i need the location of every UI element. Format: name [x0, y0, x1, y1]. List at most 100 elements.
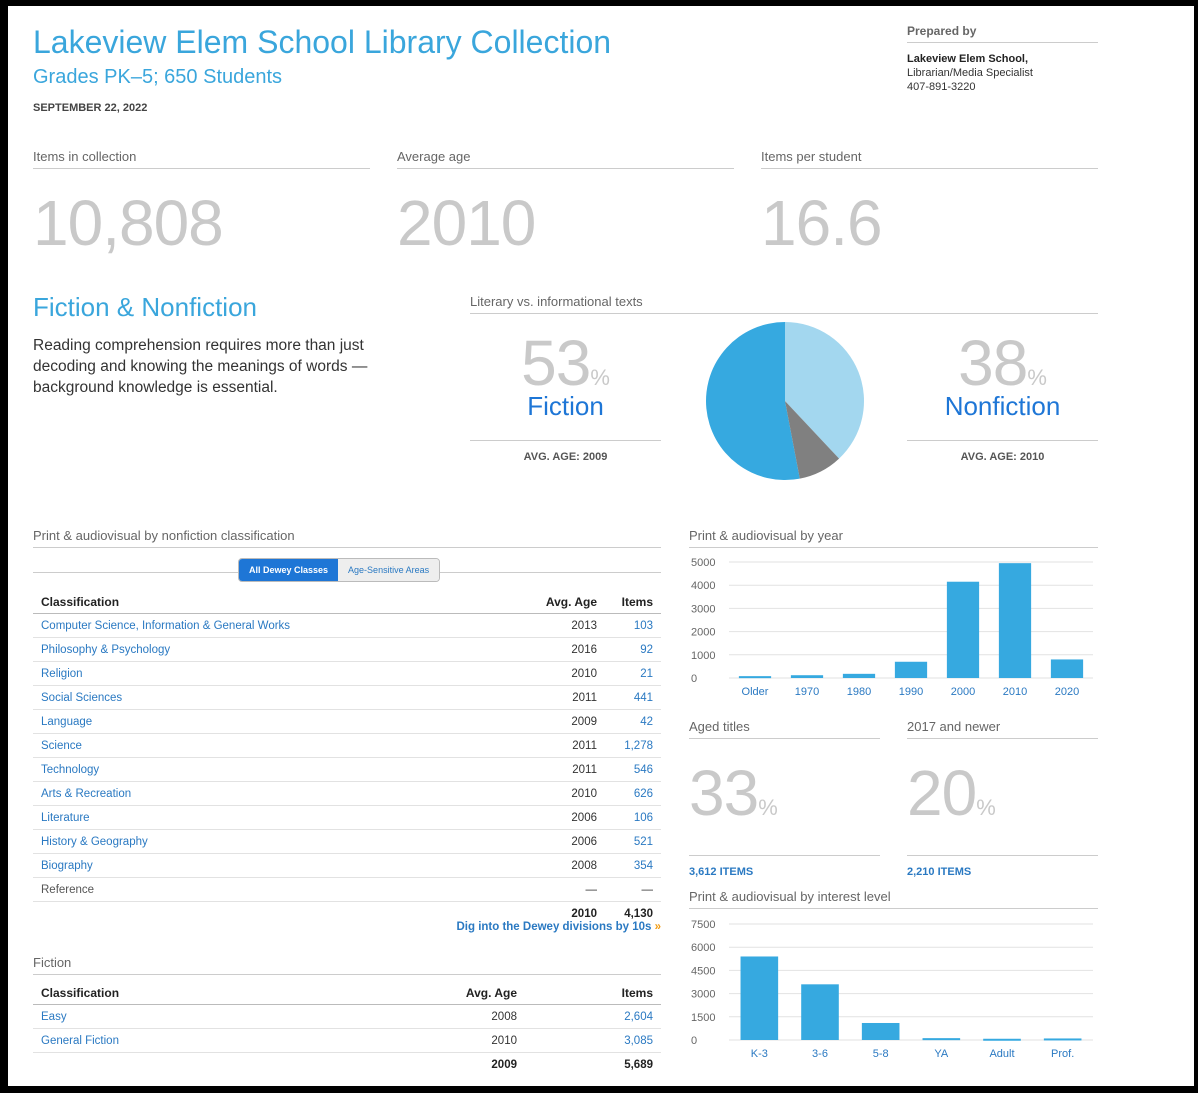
items-link[interactable]: 2,604	[525, 1004, 661, 1029]
bar-2010[interactable]	[998, 563, 1032, 678]
bar-1990[interactable]	[894, 661, 928, 678]
table-row: Social Sciences 2011 441	[33, 685, 661, 710]
bar-adult[interactable]	[983, 1038, 1021, 1041]
items-link[interactable]: 441	[605, 685, 661, 710]
items-link[interactable]: 3,085	[525, 1028, 661, 1053]
classification-link[interactable]: General Fiction	[33, 1028, 389, 1053]
classification-link[interactable]: Literature	[33, 805, 519, 830]
dewey-divisions-link[interactable]: Dig into the Dewey divisions by 10s »	[308, 921, 661, 933]
total-avg-age: 2009	[491, 1058, 517, 1071]
bar-2020[interactable]	[1050, 659, 1084, 678]
avg-age-cell: 2010	[389, 1028, 525, 1053]
table-row: Technology 2011 546	[33, 757, 661, 782]
classification-link[interactable]: Arts & Recreation	[33, 781, 519, 806]
items-link[interactable]: 106	[605, 805, 661, 830]
items-link[interactable]: 546	[605, 757, 661, 782]
avg-age-cell: 2010	[519, 661, 605, 686]
bar-prof-[interactable]	[1043, 1038, 1082, 1041]
report-date: SEPTEMBER 22, 2022	[33, 102, 148, 114]
total-label	[33, 1053, 389, 1077]
x-tick-label: 1980	[847, 686, 871, 698]
y-tick-label: 2000	[691, 627, 715, 639]
avg-age-cell: 2009	[519, 709, 605, 734]
aged-items-link[interactable]: 3,612 ITEMS	[689, 855, 880, 878]
avg-age-cell: 2013	[519, 613, 605, 638]
classification-link[interactable]: Religion	[33, 661, 519, 686]
y-tick-label: 1000	[691, 650, 715, 662]
literary-label: Literary vs. informational texts	[470, 294, 1098, 314]
x-tick-label: 1970	[795, 686, 819, 698]
tab-age-sensitive-areas[interactable]: Age-Sensitive Areas	[338, 559, 440, 581]
x-tick-label: 1990	[899, 686, 923, 698]
avg-age-cell: 2010	[519, 781, 605, 806]
tab-all-dewey-classes[interactable]: All Dewey Classes	[239, 559, 339, 581]
bar-3-6[interactable]	[801, 984, 839, 1040]
bar-older[interactable]	[738, 676, 772, 679]
fiction-table-label: Fiction	[33, 955, 661, 975]
aged-titles-stat: Aged titles 33% 3,612 ITEMS	[689, 719, 880, 878]
stat-label: Items per student	[761, 149, 1098, 169]
classification-link[interactable]: Language	[33, 709, 519, 734]
table-header-row: Classification Avg. Age Items	[33, 981, 661, 1005]
classification-link[interactable]: Computer Science, Information & General …	[33, 613, 519, 638]
classification-link[interactable]: History & Geography	[33, 829, 519, 854]
classification-link[interactable]: Easy	[33, 1004, 389, 1029]
bar-5-8[interactable]	[861, 1022, 900, 1040]
stat-value: 2010	[397, 187, 536, 259]
stat-items-in-collection: Items in collection 10,808	[33, 149, 370, 255]
pct-sign: %	[976, 795, 996, 820]
section-body: Reading comprehension requires more than…	[33, 337, 368, 396]
items-link[interactable]: 92	[605, 637, 661, 662]
fiction-avg-age: AVG. AGE: 2009	[470, 440, 661, 463]
items-link[interactable]: 354	[605, 853, 661, 878]
page-title: Lakeview Elem School Library Collection	[33, 24, 612, 60]
y-tick-label: 6000	[691, 942, 715, 954]
aged-label: Aged titles	[689, 719, 880, 739]
col-header-avg-age: Avg. Age	[519, 590, 605, 614]
pct-sign: %	[590, 365, 610, 390]
y-tick-label: 3000	[691, 603, 715, 615]
pct-sign: %	[1027, 365, 1047, 390]
stat-value: 10,808	[33, 187, 224, 259]
prepared-by-phone: 407-891-3220	[907, 81, 976, 93]
bar-ya[interactable]	[922, 1038, 961, 1041]
table-row: Computer Science, Information & General …	[33, 613, 661, 638]
col-header-classification: Classification	[33, 981, 389, 1005]
col-header-items: Items	[605, 590, 661, 614]
newer-items-link[interactable]: 2,210 ITEMS	[907, 855, 1098, 878]
x-tick-label: 3-6	[812, 1048, 828, 1060]
items-link[interactable]: 521	[605, 829, 661, 854]
bar-1970[interactable]	[790, 675, 824, 678]
fiction-label: Fiction	[527, 391, 604, 421]
nonfiction-avg-age: AVG. AGE: 2010	[907, 440, 1098, 463]
table-row: Philosophy & Psychology 2016 92	[33, 637, 661, 662]
items-link[interactable]: 21	[605, 661, 661, 686]
y-tick-label: 4500	[691, 965, 715, 977]
table-row: Easy 2008 2,604	[33, 1004, 661, 1029]
avg-age-cell: 2011	[519, 733, 605, 758]
avg-age-cell: 2011	[519, 757, 605, 782]
bar-k-3[interactable]	[740, 956, 779, 1040]
x-tick-label: Adult	[989, 1048, 1014, 1060]
classification-link[interactable]: Biography	[33, 853, 519, 878]
dig-link-text[interactable]: Dig into the Dewey divisions by 10s	[456, 921, 651, 933]
items-link[interactable]: 103	[605, 613, 661, 638]
classification-link[interactable]: Philosophy & Psychology	[33, 637, 519, 662]
x-tick-label: 2020	[1055, 686, 1079, 698]
avg-age-cell: 2006	[519, 805, 605, 830]
col-header-items: Items	[525, 981, 661, 1005]
stat-value: 16.6	[761, 187, 883, 259]
items-link[interactable]: 42	[605, 709, 661, 734]
classification-link[interactable]: Social Sciences	[33, 685, 519, 710]
bar-1980[interactable]	[842, 673, 876, 678]
report-page: Lakeview Elem School Library Collection …	[8, 6, 1194, 1086]
items-link[interactable]: 1,278	[605, 733, 661, 758]
classification-link[interactable]: Science	[33, 733, 519, 758]
y-tick-label: 5000	[691, 557, 715, 569]
classification-link[interactable]: Technology	[33, 757, 519, 782]
items-link[interactable]: 626	[605, 781, 661, 806]
items-cell: —	[605, 877, 661, 902]
stat-items-per-student: Items per student 16.6	[761, 149, 1098, 255]
bar-2000[interactable]	[946, 581, 980, 678]
nonfiction-stat: 38% Nonfiction AVG. AGE: 2010	[907, 331, 1098, 463]
